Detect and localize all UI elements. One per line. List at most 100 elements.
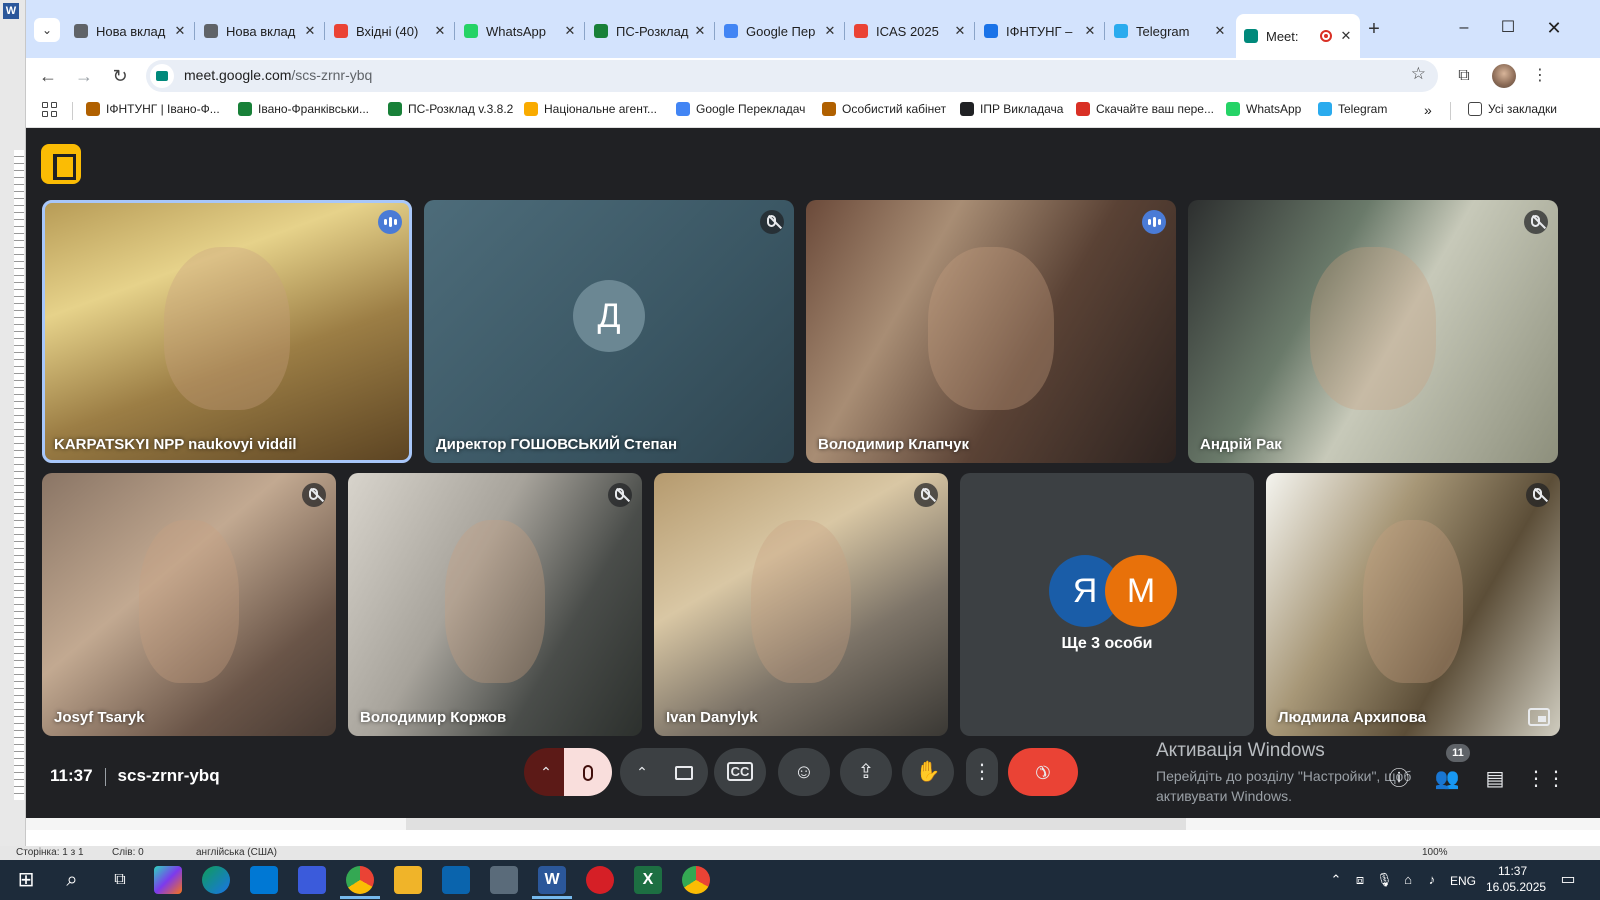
audio-options-button[interactable]: ⌃ xyxy=(524,748,568,796)
close-window-button[interactable]: ✕ xyxy=(1534,14,1574,42)
word-taskbar-icon[interactable]: W xyxy=(538,866,566,894)
site-info-icon[interactable] xyxy=(150,64,174,88)
file-explorer-icon[interactable] xyxy=(394,866,422,894)
task-view-icon[interactable]: ⧉ xyxy=(106,866,134,894)
chrome-profile-icon[interactable] xyxy=(682,866,710,894)
all-bookmarks-folder[interactable]: Усі закладки xyxy=(1468,102,1557,116)
tab-close-icon[interactable]: ✕ xyxy=(1212,23,1228,39)
participant-tile[interactable]: Д Директор ГОШОВСЬКИЙ Степан xyxy=(424,200,794,463)
participant-tile[interactable]: Володимир Коржов xyxy=(348,473,642,736)
more-bookmarks-chevron-icon[interactable]: » xyxy=(1424,102,1432,118)
tab-search-button[interactable]: ⌄ xyxy=(34,18,60,42)
participant-tile[interactable]: Ivan Danylyk xyxy=(654,473,948,736)
meeting-code[interactable]: scs-zrnr-ybq xyxy=(118,766,220,785)
profile-avatar[interactable] xyxy=(1492,64,1516,88)
bookmark-item[interactable]: Telegram xyxy=(1318,102,1387,116)
notifications-icon[interactable]: ▭ xyxy=(1560,872,1576,888)
meeting-details-icon[interactable]: ⓘ xyxy=(1384,764,1414,794)
browser-tab-3[interactable]: Вхідні (40) ✕ xyxy=(326,18,454,44)
picture-in-picture-icon[interactable] xyxy=(1528,708,1550,726)
tab-close-icon[interactable]: ✕ xyxy=(952,23,968,39)
extensions-icon[interactable]: ⧉ xyxy=(1450,62,1478,90)
bookmark-item[interactable]: ІФНТУНГ | Івано-Ф... xyxy=(86,102,220,116)
bookmark-item[interactable]: Google Перекладач xyxy=(676,102,805,116)
chrome-icon[interactable] xyxy=(346,866,374,894)
participant-tile[interactable]: Андрій Рак xyxy=(1188,200,1558,463)
tab-close-icon[interactable]: ✕ xyxy=(302,23,318,39)
meet-tray-icon[interactable]: ⧈ xyxy=(1352,872,1368,888)
horizontal-scrollbar[interactable] xyxy=(406,818,1186,830)
apps-grid-icon[interactable] xyxy=(42,102,58,118)
browser-tab-10[interactable]: Meet: ✕ xyxy=(1236,14,1360,58)
calculator-icon[interactable] xyxy=(490,866,518,894)
volume-icon[interactable]: ♪ xyxy=(1424,872,1440,888)
browser-tab-7[interactable]: ICAS 2025 ✕ xyxy=(846,18,974,44)
store-icon[interactable] xyxy=(250,866,278,894)
tab-close-icon[interactable]: ✕ xyxy=(692,23,708,39)
windows-start-icon[interactable]: ⊞ xyxy=(12,866,40,894)
video-options-button[interactable]: ⌃ xyxy=(620,748,664,796)
new-tab-button[interactable]: + xyxy=(1362,18,1386,42)
forward-button[interactable]: → xyxy=(70,62,98,90)
people-icon[interactable]: 👥 xyxy=(1432,764,1462,794)
word-language[interactable]: англійська (США) xyxy=(196,847,277,858)
participant-tile[interactable]: KARPATSKYI NPP naukovyi viddil xyxy=(42,200,412,463)
bookmark-item[interactable]: WhatsApp xyxy=(1226,102,1301,116)
tab-close-icon[interactable]: ✕ xyxy=(1082,23,1098,39)
browser-tab-6[interactable]: Google Пер ✕ xyxy=(716,18,844,44)
outlook-icon[interactable] xyxy=(442,866,470,894)
maximize-button[interactable]: ☐ xyxy=(1488,14,1528,42)
browser-tab-9[interactable]: Telegram ✕ xyxy=(1106,18,1234,44)
tray-time[interactable]: 11:37 xyxy=(1498,864,1527,878)
browser-tab-5[interactable]: ПС-Розклад ✕ xyxy=(586,18,714,44)
present-screen-button[interactable]: ⇪ xyxy=(840,748,892,796)
bookmark-item[interactable]: Національне агент... xyxy=(524,102,657,116)
bookmark-item[interactable]: ПС-Розклад v.3.8.2 xyxy=(388,102,513,116)
bookmark-item[interactable]: ІПР Викладача xyxy=(960,102,1063,116)
copilot-icon[interactable] xyxy=(154,866,182,894)
camera-button[interactable] xyxy=(660,748,708,796)
opera-icon[interactable] xyxy=(586,866,614,894)
network-icon[interactable]: ⌂ xyxy=(1400,872,1416,888)
browser-menu-icon[interactable]: ⋮ xyxy=(1526,62,1554,90)
browser-tab-8[interactable]: ІФНТУНГ – ✕ xyxy=(976,18,1104,44)
bookmark-item[interactable]: Особистий кабінет xyxy=(822,102,946,116)
microphone-off-button[interactable] xyxy=(564,748,612,796)
meet-companion-icon[interactable] xyxy=(41,144,81,184)
raise-hand-button[interactable]: ✋ xyxy=(902,748,954,796)
word-zoom[interactable]: 100% xyxy=(1422,847,1448,858)
tab-close-icon[interactable]: ✕ xyxy=(172,23,188,39)
tab-close-icon[interactable]: ✕ xyxy=(432,23,448,39)
chat-icon[interactable]: ▤ xyxy=(1480,764,1510,794)
participant-tile[interactable]: Josyf Tsaryk xyxy=(42,473,336,736)
reload-button[interactable]: ↻ xyxy=(106,62,134,90)
reactions-button[interactable]: ☺ xyxy=(778,748,830,796)
captions-button[interactable]: CC xyxy=(714,748,766,796)
leave-call-button[interactable]: ✆ xyxy=(1008,748,1078,796)
participant-tile[interactable]: Людмила Архипова xyxy=(1266,473,1560,736)
tray-date[interactable]: 16.05.2025 xyxy=(1486,880,1546,894)
address-bar[interactable]: meet.google.com/scs-zrnr-ybq ☆ xyxy=(146,60,1438,92)
participant-tile[interactable]: Володимир Клапчук xyxy=(806,200,1176,463)
more-options-button[interactable]: ⋮ xyxy=(966,748,998,796)
tab-close-icon[interactable]: ✕ xyxy=(822,23,838,39)
bookmark-item[interactable]: Івано-Франківськи... xyxy=(238,102,369,116)
tab-close-icon[interactable]: ✕ xyxy=(562,23,578,39)
search-icon[interactable]: ⌕ xyxy=(58,866,86,894)
back-button[interactable]: ← xyxy=(34,62,62,90)
input-language[interactable]: ENG xyxy=(1450,874,1476,888)
others-tile[interactable]: Я М Ще 3 особи xyxy=(960,473,1254,736)
minimize-button[interactable]: – xyxy=(1444,14,1484,42)
tab-close-icon[interactable]: ✕ xyxy=(1338,28,1354,44)
browser-tab-2[interactable]: Нова вклад ✕ xyxy=(196,18,324,44)
save-disk-icon[interactable] xyxy=(298,866,326,894)
excel-icon[interactable]: X xyxy=(634,866,662,894)
browser-tab-4[interactable]: WhatsApp ✕ xyxy=(456,18,584,44)
mic-tray-icon[interactable]: 🎙 xyxy=(1376,872,1393,888)
bookmark-item[interactable]: Скачайте ваш пере... xyxy=(1076,102,1214,116)
browser-tab-1[interactable]: Нова вклад ✕ xyxy=(66,18,194,44)
bookmark-star-icon[interactable]: ☆ xyxy=(1411,64,1426,84)
tray-chevron-icon[interactable]: ⌃ xyxy=(1328,872,1344,888)
edge-icon[interactable] xyxy=(202,866,230,894)
activities-icon[interactable]: ⋮⋮ xyxy=(1526,764,1566,794)
